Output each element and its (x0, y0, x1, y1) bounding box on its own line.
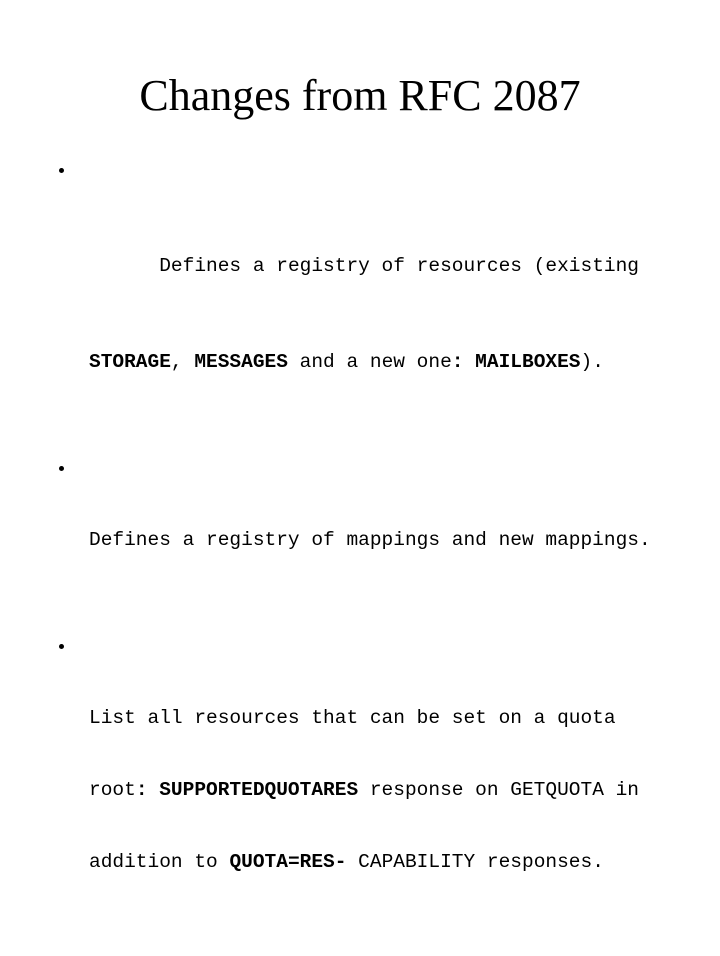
bullet-line: List all resources that can be set on a … (89, 706, 698, 730)
bullet-line: Defines a registry of resources (existin… (89, 230, 698, 302)
text-run: Defines a registry of resources (existin… (159, 255, 639, 277)
bullet-list: Defines a registry of resources (existin… (58, 158, 698, 956)
text-run: List all resources that can be set on a … (89, 707, 616, 729)
bullet-item-resources-registry: Defines a registry of resources (existin… (58, 158, 698, 422)
bullet-item-supported-resources: List all resources that can be set on a … (58, 634, 698, 922)
bullet-dot-icon (59, 644, 64, 649)
text-run: ). (580, 351, 604, 373)
bullet-item-mappings-registry: Defines a registry of mappings and new m… (58, 456, 698, 600)
text-run: , (170, 351, 195, 373)
bullet-line: addition to QUOTA=RES- CAPABILITY respon… (89, 850, 698, 874)
bullet-line: root: SUPPORTEDQUOTARES response on GETQ… (89, 778, 698, 802)
text-run: and a new one (287, 351, 452, 373)
keyword-messages: MESSAGES (194, 351, 288, 373)
keyword-supportedquotares: : SUPPORTEDQUOTARES (135, 779, 359, 801)
keyword-quota-res: QUOTA=RES- (229, 851, 347, 873)
bullet-dot-icon (59, 466, 64, 471)
keyword-storage: STORAGE (89, 351, 171, 373)
text-run: response on GETQUOTA in (358, 779, 640, 801)
text-run: addition to (89, 851, 230, 873)
bullet-line: Defines a registry of mappings and new m… (89, 528, 698, 552)
bullet-line: STORAGE, MESSAGES and a new one: MAILBOX… (89, 350, 698, 374)
text-run: Defines a registry of mappings and new m… (89, 529, 651, 551)
slide-title: Changes from RFC 2087 (139, 71, 581, 120)
text-run: root (89, 779, 136, 801)
bullet-dot-icon (59, 168, 64, 173)
text-run: CAPABILITY responses. (346, 851, 604, 873)
keyword-mailboxes: : MAILBOXES (451, 351, 581, 373)
